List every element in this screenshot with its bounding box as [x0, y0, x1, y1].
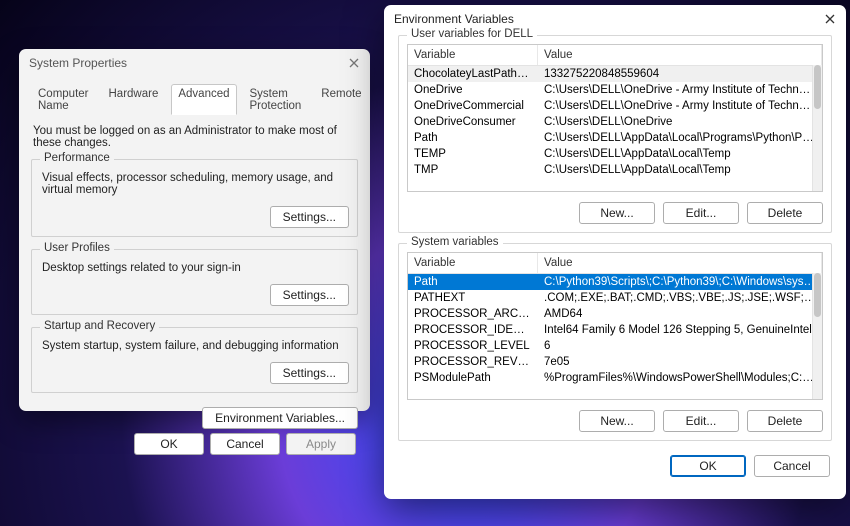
cell-value: C:\Users\DELL\OneDrive	[538, 114, 822, 130]
startup-recovery-settings-button[interactable]: Settings...	[270, 362, 349, 384]
column-variable[interactable]: Variable	[408, 45, 538, 65]
table-row[interactable]: PROCESSOR_LEVEL6	[408, 338, 822, 354]
user-profiles-settings-button[interactable]: Settings...	[270, 284, 349, 306]
column-value[interactable]: Value	[538, 45, 822, 65]
cell-value: C:\Python39\Scripts\;C:\Python39\;C:\Win…	[538, 274, 822, 290]
list-header[interactable]: Variable Value	[408, 253, 822, 274]
table-row[interactable]: PSModulePath%ProgramFiles%\WindowsPowerS…	[408, 370, 822, 386]
window-title: System Properties	[29, 56, 127, 70]
close-icon[interactable]	[346, 55, 362, 71]
cell-variable: TEMP	[408, 146, 538, 162]
cell-value: C:\Users\DELL\AppData\Local\Temp	[538, 146, 822, 162]
cell-value: %ProgramFiles%\WindowsPowerShell\Modules…	[538, 370, 822, 386]
cell-variable: PROCESSOR_ARCHITECTU...	[408, 306, 538, 322]
cancel-button[interactable]: Cancel	[754, 455, 830, 477]
table-row[interactable]: PROCESSOR_IDENTIFIERIntel64 Family 6 Mod…	[408, 322, 822, 338]
cell-variable: OneDrive	[408, 82, 538, 98]
user-delete-button[interactable]: Delete	[747, 202, 823, 224]
cell-variable: TMP	[408, 162, 538, 178]
table-row[interactable]: PROCESSOR_REVISION7e05	[408, 354, 822, 370]
cell-variable: Path	[408, 274, 538, 290]
sys-delete-button[interactable]: Delete	[747, 410, 823, 432]
cell-value: C:\Users\DELL\OneDrive - Army Institute …	[538, 82, 822, 98]
sys-new-button[interactable]: New...	[579, 410, 655, 432]
cell-variable: PROCESSOR_LEVEL	[408, 338, 538, 354]
cell-variable: ChocolateyLastPathUpdate	[408, 66, 538, 82]
window-title: Environment Variables	[394, 12, 514, 26]
titlebar: System Properties	[19, 49, 370, 77]
system-variables-panel: System variables Variable Value PathC:\P…	[398, 243, 832, 441]
cell-value: 6	[538, 338, 822, 354]
cell-value: .COM;.EXE;.BAT;.CMD;.VBS;.VBE;.JS;.JSE;.…	[538, 290, 822, 306]
tab-system-protection[interactable]: System Protection	[243, 84, 309, 115]
user-profiles-desc: Desktop settings related to your sign-in	[40, 256, 349, 284]
list-header[interactable]: Variable Value	[408, 45, 822, 66]
scrollbar[interactable]	[812, 65, 822, 191]
environment-variables-dialog: Environment Variables User variables for…	[384, 5, 846, 499]
column-variable[interactable]: Variable	[408, 253, 538, 273]
user-variables-panel: User variables for DELL Variable Value C…	[398, 35, 832, 233]
performance-legend: Performance	[40, 152, 114, 164]
sys-edit-button[interactable]: Edit...	[663, 410, 739, 432]
cell-value: C:\Users\DELL\OneDrive - Army Institute …	[538, 98, 822, 114]
system-properties-dialog: System Properties Computer Name Hardware…	[19, 49, 370, 411]
ok-button[interactable]: OK	[134, 433, 204, 455]
cell-value: C:\Users\DELL\AppData\Local\Temp	[538, 162, 822, 178]
cell-value: C:\Users\DELL\AppData\Local\Programs\Pyt…	[538, 130, 822, 146]
table-row[interactable]: PathC:\Python39\Scripts\;C:\Python39\;C:…	[408, 274, 822, 290]
cell-variable: PROCESSOR_IDENTIFIER	[408, 322, 538, 338]
table-row[interactable]: OneDriveConsumerC:\Users\DELL\OneDrive	[408, 114, 822, 130]
cell-variable: PROCESSOR_REVISION	[408, 354, 538, 370]
environment-variables-button[interactable]: Environment Variables...	[202, 407, 358, 429]
cell-variable: PATHEXT	[408, 290, 538, 306]
table-row[interactable]: PathC:\Users\DELL\AppData\Local\Programs…	[408, 130, 822, 146]
cell-variable: Path	[408, 130, 538, 146]
system-variables-list[interactable]: Variable Value PathC:\Python39\Scripts\;…	[407, 252, 823, 400]
user-variables-legend: User variables for DELL	[407, 28, 537, 40]
startup-recovery-group: Startup and Recovery System startup, sys…	[31, 327, 358, 393]
tab-advanced[interactable]: Advanced	[171, 84, 236, 115]
close-icon[interactable]	[822, 11, 838, 27]
apply-button: Apply	[286, 433, 356, 455]
column-value[interactable]: Value	[538, 253, 822, 273]
cell-value: 7e05	[538, 354, 822, 370]
user-profiles-legend: User Profiles	[40, 242, 114, 254]
startup-recovery-desc: System startup, system failure, and debu…	[40, 334, 349, 362]
cell-variable: OneDriveConsumer	[408, 114, 538, 130]
system-variables-legend: System variables	[407, 236, 503, 248]
table-row[interactable]: PATHEXT.COM;.EXE;.BAT;.CMD;.VBS;.VBE;.JS…	[408, 290, 822, 306]
cell-value: 133275220848559604	[538, 66, 822, 82]
table-row[interactable]: PROCESSOR_ARCHITECTU...AMD64	[408, 306, 822, 322]
tab-computer-name[interactable]: Computer Name	[31, 84, 96, 115]
user-variables-list[interactable]: Variable Value ChocolateyLastPathUpdate1…	[407, 44, 823, 192]
tab-remote[interactable]: Remote	[314, 84, 368, 115]
cell-variable: OneDriveCommercial	[408, 98, 538, 114]
cell-value: AMD64	[538, 306, 822, 322]
scrollbar[interactable]	[812, 273, 822, 399]
ok-button[interactable]: OK	[670, 455, 746, 477]
tab-strip: Computer Name Hardware Advanced System P…	[31, 81, 358, 121]
table-row[interactable]: OneDriveC:\Users\DELL\OneDrive - Army In…	[408, 82, 822, 98]
user-profiles-group: User Profiles Desktop settings related t…	[31, 249, 358, 315]
table-row[interactable]: TMPC:\Users\DELL\AppData\Local\Temp	[408, 162, 822, 178]
cell-value: Intel64 Family 6 Model 126 Stepping 5, G…	[538, 322, 822, 338]
table-row[interactable]: OneDriveCommercialC:\Users\DELL\OneDrive…	[408, 98, 822, 114]
table-row[interactable]: TEMPC:\Users\DELL\AppData\Local\Temp	[408, 146, 822, 162]
table-row[interactable]: ChocolateyLastPathUpdate1332752208485596…	[408, 66, 822, 82]
user-edit-button[interactable]: Edit...	[663, 202, 739, 224]
user-new-button[interactable]: New...	[579, 202, 655, 224]
cancel-button[interactable]: Cancel	[210, 433, 280, 455]
startup-recovery-legend: Startup and Recovery	[40, 320, 159, 332]
cell-variable: PSModulePath	[408, 370, 538, 386]
performance-settings-button[interactable]: Settings...	[270, 206, 349, 228]
tab-hardware[interactable]: Hardware	[102, 84, 166, 115]
performance-desc: Visual effects, processor scheduling, me…	[40, 166, 349, 206]
performance-group: Performance Visual effects, processor sc…	[31, 159, 358, 237]
